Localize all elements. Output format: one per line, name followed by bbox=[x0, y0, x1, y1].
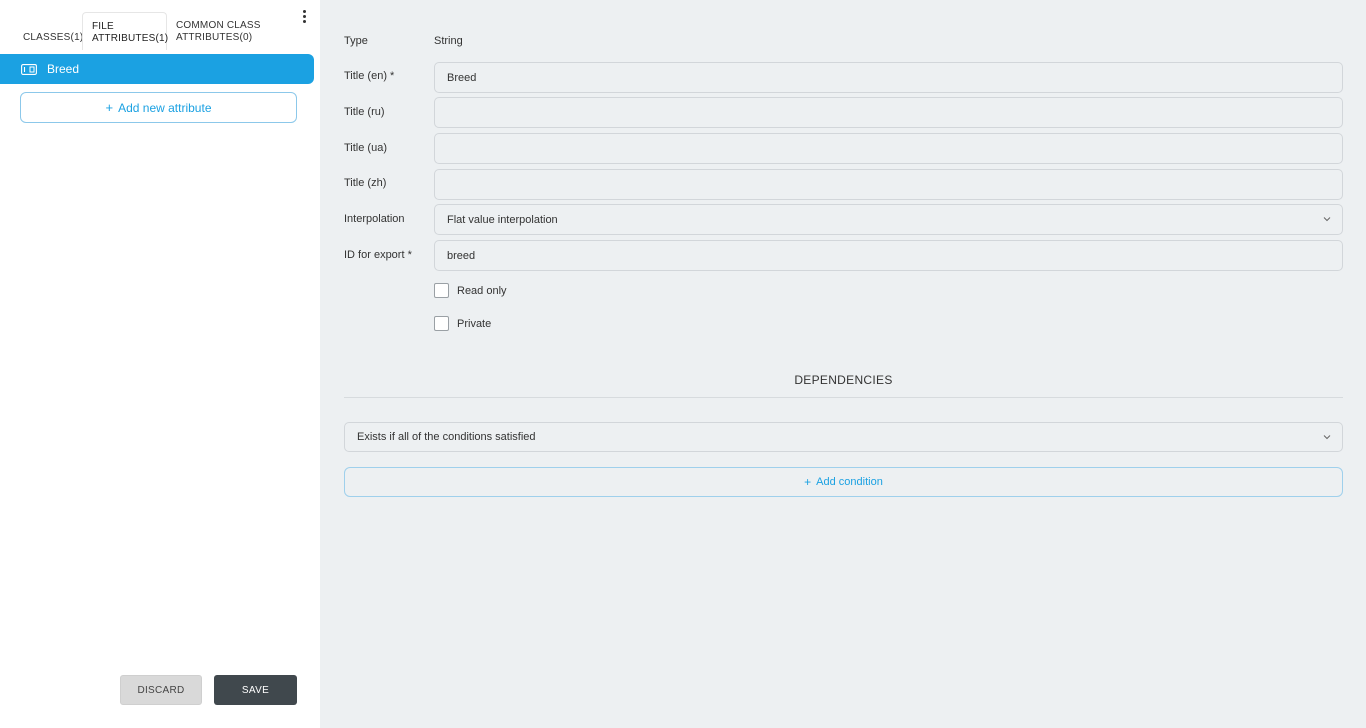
add-new-attribute-button[interactable]: + Add new attribute bbox=[20, 92, 297, 123]
tab-classes-label: CLASSES(1) bbox=[23, 32, 84, 43]
tab-file-attributes[interactable]: FILE ATTRIBUTES(1) bbox=[82, 12, 169, 50]
tab-classes[interactable]: CLASSES(1) bbox=[14, 12, 84, 50]
interpolation-label: Interpolation bbox=[344, 213, 405, 225]
tab-common-label-line2: ATTRIBUTES(0) bbox=[176, 32, 253, 43]
attribute-list-item-label: Breed bbox=[47, 62, 80, 76]
private-label: Private bbox=[457, 317, 492, 330]
title-ua-input[interactable] bbox=[434, 133, 1343, 164]
discard-button[interactable]: DISCARD bbox=[120, 675, 202, 705]
title-en-label: Title (en) * bbox=[344, 70, 395, 82]
title-zh-input[interactable] bbox=[434, 169, 1343, 200]
attribute-list-item-breed[interactable]: Breed bbox=[0, 54, 314, 84]
dependencies-heading: DEPENDENCIES bbox=[794, 373, 893, 387]
save-button[interactable]: SAVE bbox=[214, 675, 297, 705]
attribute-tag-icon bbox=[21, 63, 37, 75]
title-ru-input[interactable] bbox=[434, 97, 1343, 128]
tab-file-attributes-label-line1: FILE bbox=[92, 21, 114, 32]
title-en-input[interactable]: Breed bbox=[434, 62, 1343, 93]
tab-common-class-attributes[interactable]: COMMON CLASS ATTRIBUTES(0) bbox=[167, 12, 277, 50]
read-only-checkbox-row[interactable]: Read only bbox=[434, 283, 507, 298]
chevron-down-icon bbox=[1323, 435, 1331, 440]
add-new-attribute-label: Add new attribute bbox=[118, 100, 212, 115]
add-condition-button[interactable]: + Add condition bbox=[344, 467, 1343, 497]
private-checkbox-row[interactable]: Private bbox=[434, 316, 491, 331]
title-zh-label: Title (zh) bbox=[344, 177, 387, 189]
interpolation-selected-value: Flat value interpolation bbox=[447, 213, 558, 226]
dependency-mode-select[interactable]: Exists if all of the conditions satisfie… bbox=[344, 422, 1343, 452]
attribute-editor: Type String Title (en) * Breed Title (ru… bbox=[320, 0, 1366, 728]
attributes-sidebar: CLASSES(1) FILE ATTRIBUTES(1) COMMON CLA… bbox=[0, 0, 320, 728]
tab-file-attributes-label-line2: ATTRIBUTES(1) bbox=[92, 33, 169, 44]
plus-icon: + bbox=[804, 475, 812, 489]
export-id-label: ID for export * bbox=[344, 249, 412, 261]
private-checkbox[interactable] bbox=[434, 316, 449, 331]
sidebar-tabs: CLASSES(1) FILE ATTRIBUTES(1) COMMON CLA… bbox=[0, 0, 320, 50]
title-ru-label: Title (ru) bbox=[344, 106, 385, 118]
interpolation-select[interactable]: Flat value interpolation bbox=[434, 204, 1343, 235]
more-options-icon[interactable] bbox=[297, 8, 311, 24]
tab-common-label-line1: COMMON CLASS bbox=[176, 20, 261, 31]
title-ua-label: Title (ua) bbox=[344, 142, 387, 154]
read-only-checkbox[interactable] bbox=[434, 283, 449, 298]
chevron-down-icon bbox=[1323, 217, 1331, 222]
section-divider bbox=[344, 397, 1343, 398]
type-value: String bbox=[434, 35, 463, 47]
plus-icon: + bbox=[105, 100, 114, 115]
read-only-label: Read only bbox=[457, 284, 507, 297]
export-id-input[interactable]: breed bbox=[434, 240, 1343, 271]
dependency-mode-value: Exists if all of the conditions satisfie… bbox=[357, 431, 536, 443]
type-label: Type bbox=[344, 35, 368, 47]
add-condition-label: Add condition bbox=[816, 476, 883, 488]
